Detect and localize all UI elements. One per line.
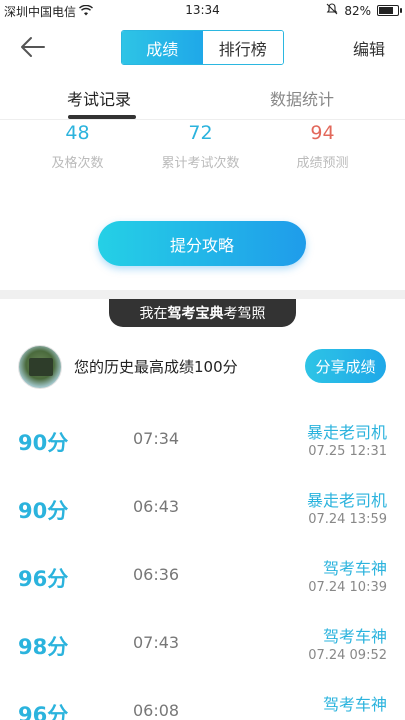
stat-value: 72 <box>188 122 213 144</box>
banner-suffix: 考驾照 <box>223 306 266 322</box>
stats-row: 48 及格次数 72 累计考试次数 94 成绩预测 <box>0 122 405 182</box>
list-item[interactable]: 98分 07:43 驾考车神 07.24 09:52 <box>0 609 405 677</box>
share-score-button[interactable]: 分享成绩 <box>305 349 386 383</box>
record-title: 暴走老司机 <box>306 491 387 510</box>
record-duration: 07:34 <box>133 429 180 448</box>
mute-bell-icon <box>326 3 338 18</box>
list-item[interactable]: 90分 07:34 暴走老司机 07.25 12:31 <box>0 405 405 473</box>
score-tips-button[interactable]: 提分攻略 <box>98 221 306 266</box>
list-item[interactable]: 90分 06:43 暴走老司机 07.24 13:59 <box>0 473 405 541</box>
stat-score-prediction: 94 成绩预测 <box>255 122 390 171</box>
stat-label: 及格次数 <box>51 156 104 171</box>
record-duration: 07:43 <box>133 633 180 652</box>
tab-exam-records[interactable]: 考试记录 <box>67 86 131 110</box>
record-duration: 06:08 <box>133 701 180 720</box>
segment-ranking[interactable]: 排行榜 <box>202 31 283 64</box>
record-score: 96分 <box>18 703 69 720</box>
stat-label: 成绩预测 <box>296 156 349 171</box>
record-title: 驾考车神 <box>322 695 387 714</box>
status-bar: 深圳中国电信 13:34 82% <box>0 0 405 22</box>
tab-data-stats[interactable]: 数据统计 <box>270 86 334 110</box>
record-score: 90分 <box>18 499 69 523</box>
record-duration: 06:36 <box>133 565 180 584</box>
record-title: 驾考车神 <box>322 559 387 578</box>
record-date: 07.24 09:52 <box>308 648 387 663</box>
back-arrow-icon[interactable] <box>18 32 48 62</box>
segment-score[interactable]: 成绩 <box>122 31 203 64</box>
best-score-row: 您的历史最高成绩100分 分享成绩 <box>0 343 405 391</box>
record-score: 96分 <box>18 567 69 591</box>
tab-bar: 考试记录 数据统计 <box>0 76 405 120</box>
record-title: 暴走老司机 <box>306 423 387 442</box>
stat-value: 48 <box>65 122 90 144</box>
record-score: 90分 <box>18 431 69 455</box>
record-score: 98分 <box>18 635 69 659</box>
avatar <box>18 345 62 389</box>
battery-fill <box>379 7 393 14</box>
record-duration: 06:43 <box>133 497 180 516</box>
record-title: 驾考车神 <box>322 627 387 646</box>
segment-control: 成绩 排行榜 <box>121 30 284 65</box>
banner-brand: 驾考宝典 <box>167 306 224 322</box>
exam-record-list: 90分 07:34 暴走老司机 07.25 12:31 90分 06:43 暴走… <box>0 405 405 720</box>
list-item[interactable]: 96分 06:08 驾考车神 <box>0 677 405 720</box>
record-date: 07.25 12:31 <box>308 444 387 459</box>
best-score-text: 您的历史最高成绩100分 <box>74 358 238 376</box>
stat-total-exams: 72 累计考试次数 <box>133 122 268 171</box>
promo-banner: 我在 驾考宝典 考驾照 <box>109 299 296 327</box>
list-item[interactable]: 96分 06:36 驾考车神 07.24 10:39 <box>0 541 405 609</box>
tab-divider <box>0 119 405 120</box>
stat-pass-count: 48 及格次数 <box>10 122 145 171</box>
section-divider <box>0 290 405 299</box>
edit-button[interactable]: 编辑 <box>353 36 385 60</box>
battery-icon <box>377 5 402 16</box>
stat-value: 94 <box>310 122 335 144</box>
header: 成绩 排行榜 编辑 <box>0 22 405 72</box>
record-date: 07.24 10:39 <box>308 580 387 595</box>
status-right: 82% <box>326 3 402 18</box>
record-date: 07.24 13:59 <box>308 512 387 527</box>
banner-prefix: 我在 <box>139 306 168 322</box>
battery-percent: 82% <box>344 3 371 18</box>
stat-label: 累计考试次数 <box>161 156 240 171</box>
